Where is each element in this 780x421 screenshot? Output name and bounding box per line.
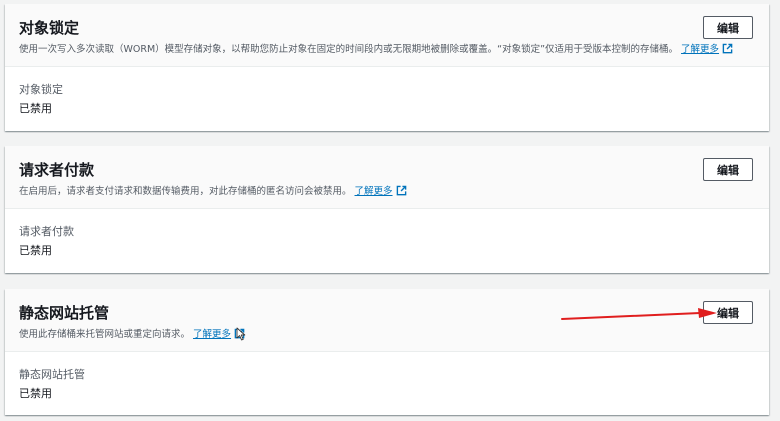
requester-pays-field-label: 请求者付款 (19, 225, 74, 238)
requester-pays-edit-button[interactable]: 编辑 (703, 158, 753, 181)
static-website-hosting-field-label: 静态网站托管 (19, 368, 85, 381)
object-lock-edit-button[interactable]: 编辑 (703, 16, 753, 39)
requester-pays-description-text: 在启用后，请求者支付请求和数据传输费用，对此存储桶的匿名访问会被禁用。 (19, 186, 352, 197)
requester-pays-description: 在启用后，请求者支付请求和数据传输费用，对此存储桶的匿名访问会被禁用。 了解更多 (19, 185, 407, 198)
static-website-hosting-title: 静态网站托管 (19, 304, 110, 322)
object-lock-learn-more-link[interactable]: 了解更多 (681, 44, 719, 55)
static-website-hosting-status-value: 已禁用 (19, 387, 52, 400)
object-lock-description: 使用一次写入多次读取（WORM）模型存储对象，以帮助您防止对象在固定的时间段内或… (19, 43, 733, 56)
requester-pays-title: 请求者付款 (19, 161, 95, 179)
static-website-hosting-learn-more-link[interactable]: 了解更多 (193, 329, 231, 340)
object-lock-status-value: 已禁用 (19, 102, 52, 115)
requester-pays-header: 请求者付款 在启用后，请求者支付请求和数据传输费用，对此存储桶的匿名访问会被禁用… (5, 146, 769, 209)
requester-pays-learn-more-link[interactable]: 了解更多 (355, 186, 393, 197)
requester-pays-status-value: 已禁用 (19, 244, 52, 257)
external-link-icon[interactable] (722, 43, 733, 54)
external-link-icon[interactable] (396, 185, 407, 196)
object-lock-header: 对象锁定 使用一次写入多次读取（WORM）模型存储对象，以帮助您防止对象在固定的… (5, 4, 769, 67)
object-lock-panel: 对象锁定 使用一次写入多次读取（WORM）模型存储对象，以帮助您防止对象在固定的… (5, 4, 769, 131)
object-lock-description-text: 使用一次写入多次读取（WORM）模型存储对象，以帮助您防止对象在固定的时间段内或… (19, 44, 679, 55)
external-link-icon[interactable] (234, 328, 245, 339)
object-lock-field-label: 对象锁定 (19, 83, 63, 96)
static-website-hosting-description: 使用此存储桶来托管网站或重定向请求。 了解更多 (19, 328, 245, 341)
static-website-hosting-description-text: 使用此存储桶来托管网站或重定向请求。 (19, 329, 191, 340)
static-website-hosting-header: 静态网站托管 使用此存储桶来托管网站或重定向请求。 了解更多 编辑 (5, 289, 769, 352)
static-website-hosting-edit-button[interactable]: 编辑 (703, 301, 753, 324)
static-website-hosting-panel: 静态网站托管 使用此存储桶来托管网站或重定向请求。 了解更多 编辑 静态网站托管 … (5, 289, 769, 415)
object-lock-title: 对象锁定 (19, 19, 80, 37)
requester-pays-panel: 请求者付款 在启用后，请求者支付请求和数据传输费用，对此存储桶的匿名访问会被禁用… (5, 146, 769, 273)
